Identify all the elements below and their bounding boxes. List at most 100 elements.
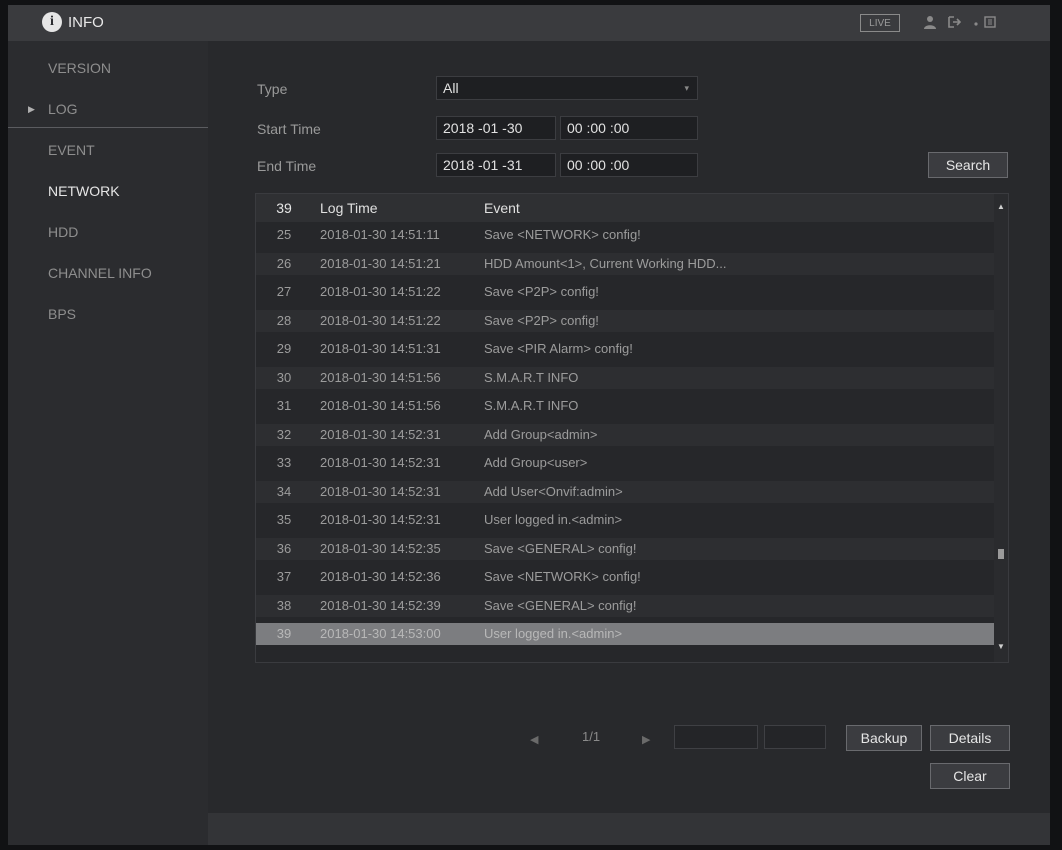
logout-icon[interactable] — [946, 15, 962, 31]
sidebar-item-network[interactable]: NETWORK — [8, 172, 208, 210]
live-button[interactable]: LIVE — [860, 14, 900, 32]
chevron-down-icon: ▾ — [684, 83, 689, 93]
sidebar-item-label: EVENT — [48, 142, 95, 158]
start-date-field[interactable]: 2018 -01 -30 — [436, 116, 556, 140]
log-time: 2018-01-30 14:52:31 — [320, 483, 441, 499]
log-number: 38 — [276, 597, 292, 613]
log-time: 2018-01-30 14:51:56 — [320, 398, 441, 413]
table-row[interactable]: 30 2018-01-30 14:51:56 S.M.A.R.T INFO — [256, 366, 994, 389]
table-row[interactable]: 33 2018-01-30 14:52:31 Add Group<user> — [256, 452, 994, 474]
log-number: 35 — [276, 512, 292, 527]
table-header: 39 Log Time Event — [256, 194, 994, 222]
scrollbar[interactable]: ▲ ▼ — [994, 194, 1008, 662]
table-row[interactable]: 34 2018-01-30 14:52:31 Add User<Onvif:admi… — [256, 480, 994, 503]
start-date-value: 2018 -01 -30 — [443, 120, 523, 136]
log-event: S.M.A.R.T INFO — [484, 398, 579, 413]
start-time-field[interactable]: 00 :00 :00 — [560, 116, 698, 140]
log-number: 39 — [276, 626, 292, 641]
log-number: 26 — [276, 255, 292, 271]
caret-right-icon: ▶ — [28, 104, 35, 114]
end-time-field[interactable]: 00 :00 :00 — [560, 153, 698, 177]
log-time: 2018-01-30 14:51:31 — [320, 341, 441, 356]
end-time-value: 00 :00 :00 — [567, 157, 630, 173]
sidebar-item-label: NETWORK — [48, 183, 120, 199]
log-event: Add Group<user> — [484, 455, 588, 470]
table-row[interactable]: 25 2018-01-30 14:51:11 Save <NETWORK> conf… — [256, 224, 994, 246]
log-time: 2018-01-30 14:51:56 — [320, 369, 441, 385]
status-bar — [208, 813, 1050, 845]
search-button[interactable]: Search — [928, 152, 1008, 178]
log-event: HDD Amount<1>, Current Working HDD... — [484, 255, 727, 271]
table-row[interactable]: 31 2018-01-30 14:51:56 S.M.A.R.T INFO — [256, 395, 994, 417]
log-event: Add User<Onvif:admin> — [484, 483, 623, 499]
log-number: 33 — [276, 455, 292, 470]
end-date-value: 2018 -01 -31 — [443, 157, 523, 173]
log-panel: Type All ▾ Start Time 2018 -01 -30 00 :0… — [208, 41, 1050, 813]
log-number: 31 — [276, 398, 292, 413]
end-time-label: End Time — [257, 158, 317, 174]
next-page-icon[interactable]: ▶ — [642, 733, 650, 746]
backup-button[interactable]: Backup — [846, 725, 922, 751]
page-go-input[interactable] — [764, 725, 826, 749]
sidebar-item-channel-info[interactable]: CHANNEL INFO — [8, 254, 208, 292]
sidebar-item-log[interactable]: ▶ LOG — [8, 90, 208, 128]
log-event: Save <NETWORK> config! — [484, 227, 641, 242]
log-count: 39 — [276, 200, 292, 216]
end-date-field[interactable]: 2018 -01 -31 — [436, 153, 556, 177]
table-row[interactable]: 28 2018-01-30 14:51:22 Save <P2P> config! — [256, 309, 994, 332]
details-button[interactable]: Details — [930, 725, 1010, 751]
log-event: Save <P2P> config! — [484, 284, 599, 299]
top-bar: i INFO LIVE — [8, 5, 1050, 41]
log-time: 2018-01-30 14:51:21 — [320, 255, 441, 271]
sidebar-item-label: LOG — [48, 101, 78, 117]
sidebar-item-bps[interactable]: BPS — [8, 295, 208, 333]
scroll-up-icon[interactable]: ▲ — [994, 200, 1008, 214]
clear-button[interactable]: Clear — [930, 763, 1010, 789]
column-header-event: Event — [484, 200, 520, 216]
start-time-label: Start Time — [257, 121, 321, 137]
log-event: Save <PIR Alarm> config! — [484, 341, 633, 356]
log-event: User logged in.<admin> — [484, 512, 623, 527]
table-row[interactable]: 39 2018-01-30 14:53:00 User logged in.<adm… — [256, 623, 994, 645]
log-event: Save <P2P> config! — [484, 312, 599, 328]
log-number: 28 — [276, 312, 292, 328]
log-number: 32 — [276, 426, 292, 442]
table-row[interactable]: 38 2018-01-30 14:52:39 Save <GENERAL> conf… — [256, 594, 994, 617]
table-row[interactable]: 36 2018-01-30 14:52:35 Save <GENERAL> conf… — [256, 537, 994, 560]
scroll-down-icon[interactable]: ▼ — [994, 640, 1008, 654]
sidebar-item-event[interactable]: EVENT — [8, 131, 208, 169]
log-number: 30 — [276, 369, 292, 385]
log-time: 2018-01-30 14:52:31 — [320, 455, 441, 470]
sidebar-item-label: HDD — [48, 224, 79, 240]
table-row[interactable]: 37 2018-01-30 14:52:36 Save <NETWORK> conf… — [256, 566, 994, 588]
sidebar-item-hdd[interactable]: HDD — [8, 213, 208, 251]
log-time: 2018-01-30 14:51:22 — [320, 284, 441, 299]
table-row[interactable]: 26 2018-01-30 14:51:21 HDD Amount<1>, Curr… — [256, 252, 994, 275]
log-number: 29 — [276, 341, 292, 356]
prev-page-icon[interactable]: ◀ — [530, 733, 538, 746]
table-row[interactable]: 27 2018-01-30 14:51:22 Save <P2P> config! — [256, 281, 994, 303]
log-event: User logged in.<admin> — [484, 626, 623, 641]
table-row[interactable]: 29 2018-01-30 14:51:31 Save <PIR Alarm> co… — [256, 338, 994, 360]
sidebar-item-version[interactable]: VERSION — [8, 49, 208, 87]
log-time: 2018-01-30 14:52:39 — [320, 597, 441, 613]
sidebar: VERSION ▶ LOG EVENT NETWORK HDD CHANNEL … — [8, 41, 208, 845]
app-window: i INFO LIVE VERSION ▶ LOG EVENT NETWORK — [8, 5, 1050, 845]
log-time: 2018-01-30 14:53:00 — [320, 626, 441, 641]
table-row[interactable]: 35 2018-01-30 14:52:31 User logged in.<adm… — [256, 509, 994, 531]
user-icon[interactable] — [922, 15, 938, 31]
scroll-thumb[interactable] — [998, 549, 1004, 559]
table-row[interactable]: 32 2018-01-30 14:52:31 Add Group<admin> — [256, 423, 994, 446]
type-select[interactable]: All ▾ — [436, 76, 698, 100]
sidebar-item-label: CHANNEL INFO — [48, 265, 152, 281]
log-event: Add Group<admin> — [484, 426, 598, 442]
log-number: 27 — [276, 284, 292, 299]
page-jump-input[interactable] — [674, 725, 758, 749]
menu-icon[interactable] — [982, 15, 998, 31]
start-time-value: 00 :00 :00 — [567, 120, 630, 136]
log-event: S.M.A.R.T INFO — [484, 369, 579, 385]
log-time: 2018-01-30 14:51:22 — [320, 312, 441, 328]
sidebar-item-label: VERSION — [48, 60, 112, 76]
info-icon: i — [42, 12, 62, 32]
log-time: 2018-01-30 14:52:31 — [320, 426, 441, 442]
